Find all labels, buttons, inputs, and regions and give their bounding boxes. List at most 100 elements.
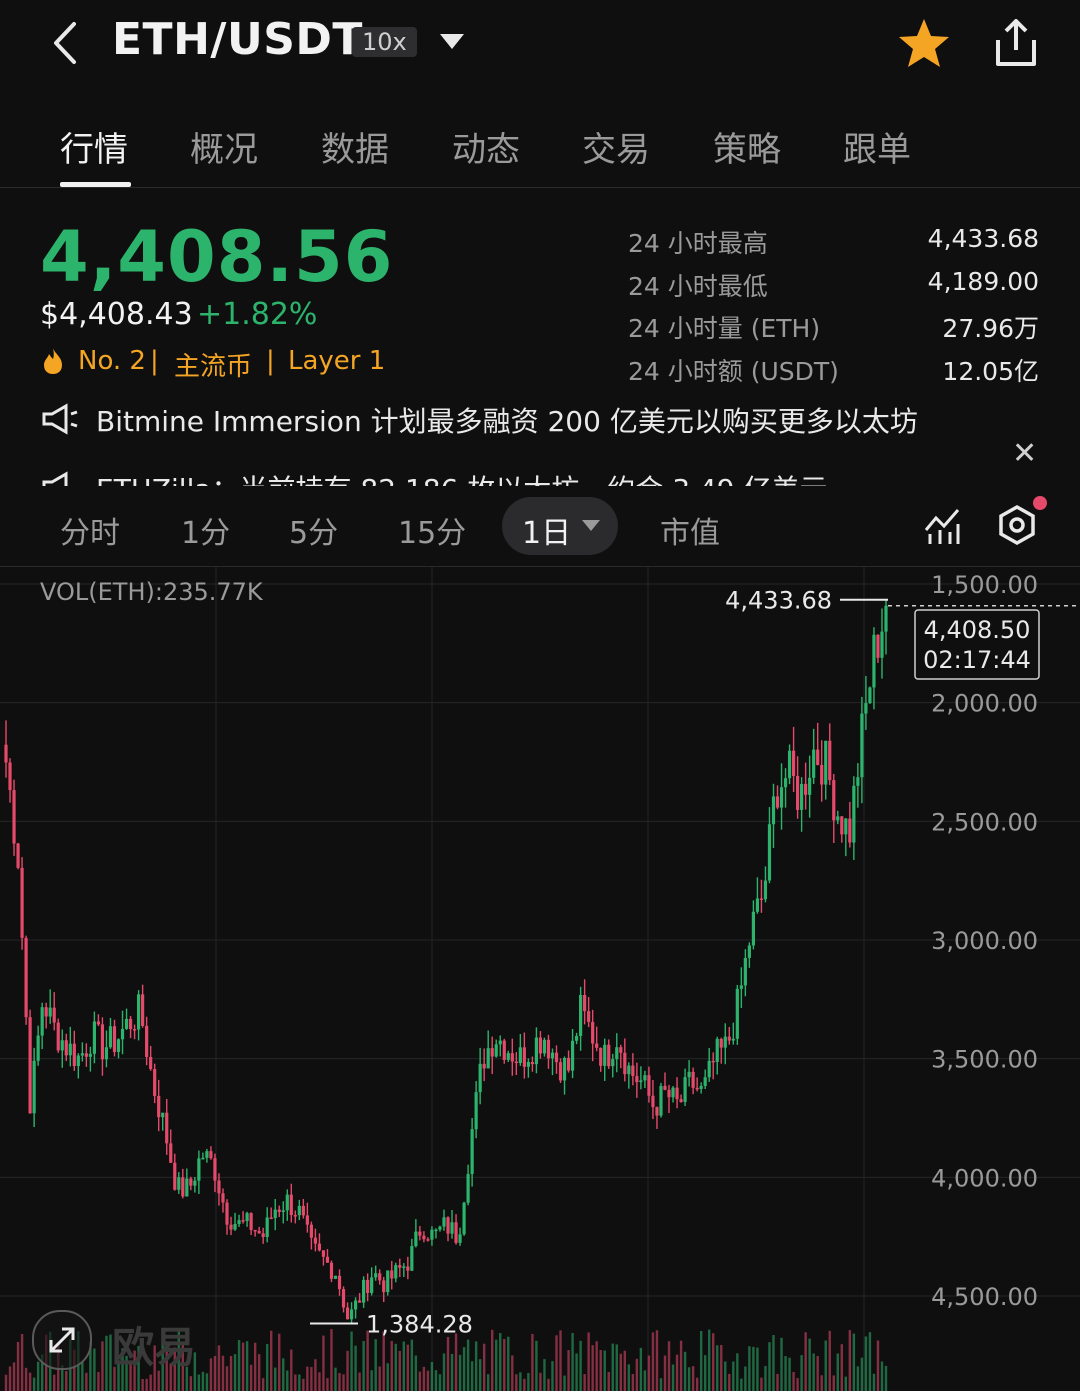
candle-body bbox=[157, 1095, 161, 1118]
news-item[interactable]: ETHZilla：当前持有 82,186 枚以太坊，约合 3.49 亿美元 bbox=[96, 468, 827, 486]
candle-body bbox=[787, 750, 792, 779]
volume-bar bbox=[571, 1332, 574, 1391]
candlestick-chart[interactable]: 4,500.00 4,000.00 3,500.00 3,000.00 2,500.00… bbox=[0, 567, 1080, 1391]
volume-bar bbox=[354, 1345, 357, 1391]
candle-body bbox=[659, 1085, 663, 1116]
tag-mainstream[interactable]: 主流币 bbox=[174, 346, 252, 383]
candle-body bbox=[679, 1099, 683, 1102]
volume-bar bbox=[615, 1344, 618, 1391]
close-icon[interactable]: ✕ bbox=[1012, 436, 1037, 471]
candle-body bbox=[165, 1112, 169, 1144]
crosshair-time-label: 02:17:44 bbox=[923, 646, 1031, 674]
candle-body bbox=[687, 1071, 691, 1078]
volume-bar bbox=[286, 1370, 289, 1391]
volume-bar bbox=[474, 1341, 478, 1391]
candle-body bbox=[438, 1226, 442, 1230]
candle-body bbox=[128, 1018, 133, 1030]
y-axis-tick-label: 1,500.00 bbox=[931, 571, 1038, 599]
volume-bar bbox=[796, 1378, 799, 1391]
volume-bar bbox=[205, 1373, 209, 1391]
candle-body bbox=[550, 1052, 555, 1059]
candle-body bbox=[104, 1047, 109, 1060]
y-axis-tick-label: 4,000.00 bbox=[931, 1164, 1038, 1192]
volume-bar bbox=[740, 1378, 743, 1391]
volume-bar bbox=[241, 1342, 245, 1391]
share-icon[interactable] bbox=[990, 16, 1042, 70]
candle-body bbox=[522, 1047, 526, 1067]
volume-bar bbox=[16, 1341, 20, 1391]
settings-icon[interactable] bbox=[996, 504, 1038, 546]
candle-body bbox=[691, 1071, 695, 1088]
tab-strategy[interactable]: 策略 bbox=[713, 122, 781, 171]
candle-body bbox=[647, 1075, 651, 1096]
stat-label-volume: 24 小时量 (ETH) bbox=[628, 314, 821, 343]
pair-title[interactable]: ETH/USDT bbox=[112, 14, 363, 65]
candle-body bbox=[671, 1087, 675, 1098]
tab-copy-trading[interactable]: 跟单 bbox=[843, 122, 911, 171]
volume-bar bbox=[378, 1366, 381, 1391]
volume-bar bbox=[12, 1362, 16, 1391]
candle-body bbox=[655, 1107, 659, 1116]
candle-body bbox=[538, 1037, 543, 1054]
timeframe-market-cap[interactable]: 市值 bbox=[660, 508, 720, 552]
volume-bar bbox=[290, 1349, 293, 1391]
news-item[interactable]: Bitmine Immersion 计划最多融资 200 亿美元以购买更多以太坊 bbox=[96, 400, 918, 440]
volume-bar bbox=[390, 1340, 393, 1391]
fullscreen-button[interactable] bbox=[32, 1310, 92, 1370]
indicator-chart-icon[interactable] bbox=[922, 506, 962, 546]
candle-body bbox=[860, 713, 864, 778]
candle-body bbox=[466, 1174, 470, 1203]
stat-label-turnover: 24 小时额 (USDT) bbox=[628, 357, 839, 386]
section-tabs: 行情 概况 数据 动态 交易 策略 跟单 bbox=[0, 116, 1080, 186]
back-chevron-icon[interactable] bbox=[46, 18, 86, 68]
candle-body bbox=[635, 1076, 639, 1083]
rank-badge[interactable]: No. 2 bbox=[78, 346, 146, 376]
candle-body bbox=[32, 1060, 36, 1114]
volume-bar bbox=[736, 1353, 739, 1391]
candle-body bbox=[16, 843, 20, 868]
volume-bar bbox=[105, 1335, 108, 1391]
volume-bar bbox=[189, 1376, 193, 1391]
volume-bar bbox=[8, 1366, 12, 1391]
timeframe-15m[interactable]: 15分 bbox=[398, 508, 466, 552]
timeframe-1m[interactable]: 1分 bbox=[181, 508, 230, 552]
stat-label-high: 24 小时最高 bbox=[628, 229, 768, 258]
candle-body bbox=[76, 1055, 80, 1067]
volume-bar bbox=[278, 1333, 281, 1391]
timeframe-5m[interactable]: 5分 bbox=[289, 508, 338, 552]
y-axis-tick-label: 4,500.00 bbox=[931, 1283, 1038, 1311]
pair-dropdown-caret-icon[interactable] bbox=[440, 34, 464, 49]
volume-bar bbox=[101, 1341, 104, 1391]
volume-bar bbox=[462, 1347, 466, 1391]
candle-body bbox=[221, 1193, 225, 1203]
volume-bar bbox=[792, 1372, 795, 1391]
news-ticker[interactable]: Bitmine Immersion 计划最多融资 200 亿美元以购买更多以太坊… bbox=[40, 400, 1000, 486]
candle-body bbox=[233, 1223, 237, 1230]
candle-body bbox=[631, 1065, 635, 1077]
volume-bar bbox=[342, 1374, 345, 1391]
y-axis-tick-label: 3,000.00 bbox=[931, 927, 1038, 955]
star-icon[interactable] bbox=[896, 16, 952, 72]
candle-body bbox=[836, 816, 840, 821]
volume-bar bbox=[4, 1374, 8, 1391]
volume-bar bbox=[330, 1329, 333, 1391]
volume-bar bbox=[563, 1375, 566, 1391]
candle-body bbox=[558, 1062, 563, 1081]
tab-overview[interactable]: 概况 bbox=[190, 122, 258, 171]
candle-body bbox=[442, 1217, 446, 1227]
tab-feed[interactable]: 动态 bbox=[452, 122, 520, 171]
timeframe-line[interactable]: 分时 bbox=[60, 508, 120, 552]
tag-layer1[interactable]: Layer 1 bbox=[288, 346, 385, 376]
candle-body bbox=[824, 740, 828, 785]
volume-bar bbox=[784, 1356, 787, 1391]
candle-body bbox=[305, 1215, 309, 1225]
tab-market[interactable]: 行情 bbox=[60, 122, 128, 171]
candle-body bbox=[832, 780, 836, 821]
tab-trade[interactable]: 交易 bbox=[582, 122, 650, 171]
tab-data[interactable]: 数据 bbox=[321, 122, 389, 171]
volume-bar bbox=[587, 1332, 590, 1391]
candle-body bbox=[872, 634, 876, 688]
candle-body bbox=[727, 1036, 731, 1041]
candle-body bbox=[715, 1038, 719, 1062]
candle-body bbox=[771, 796, 776, 825]
